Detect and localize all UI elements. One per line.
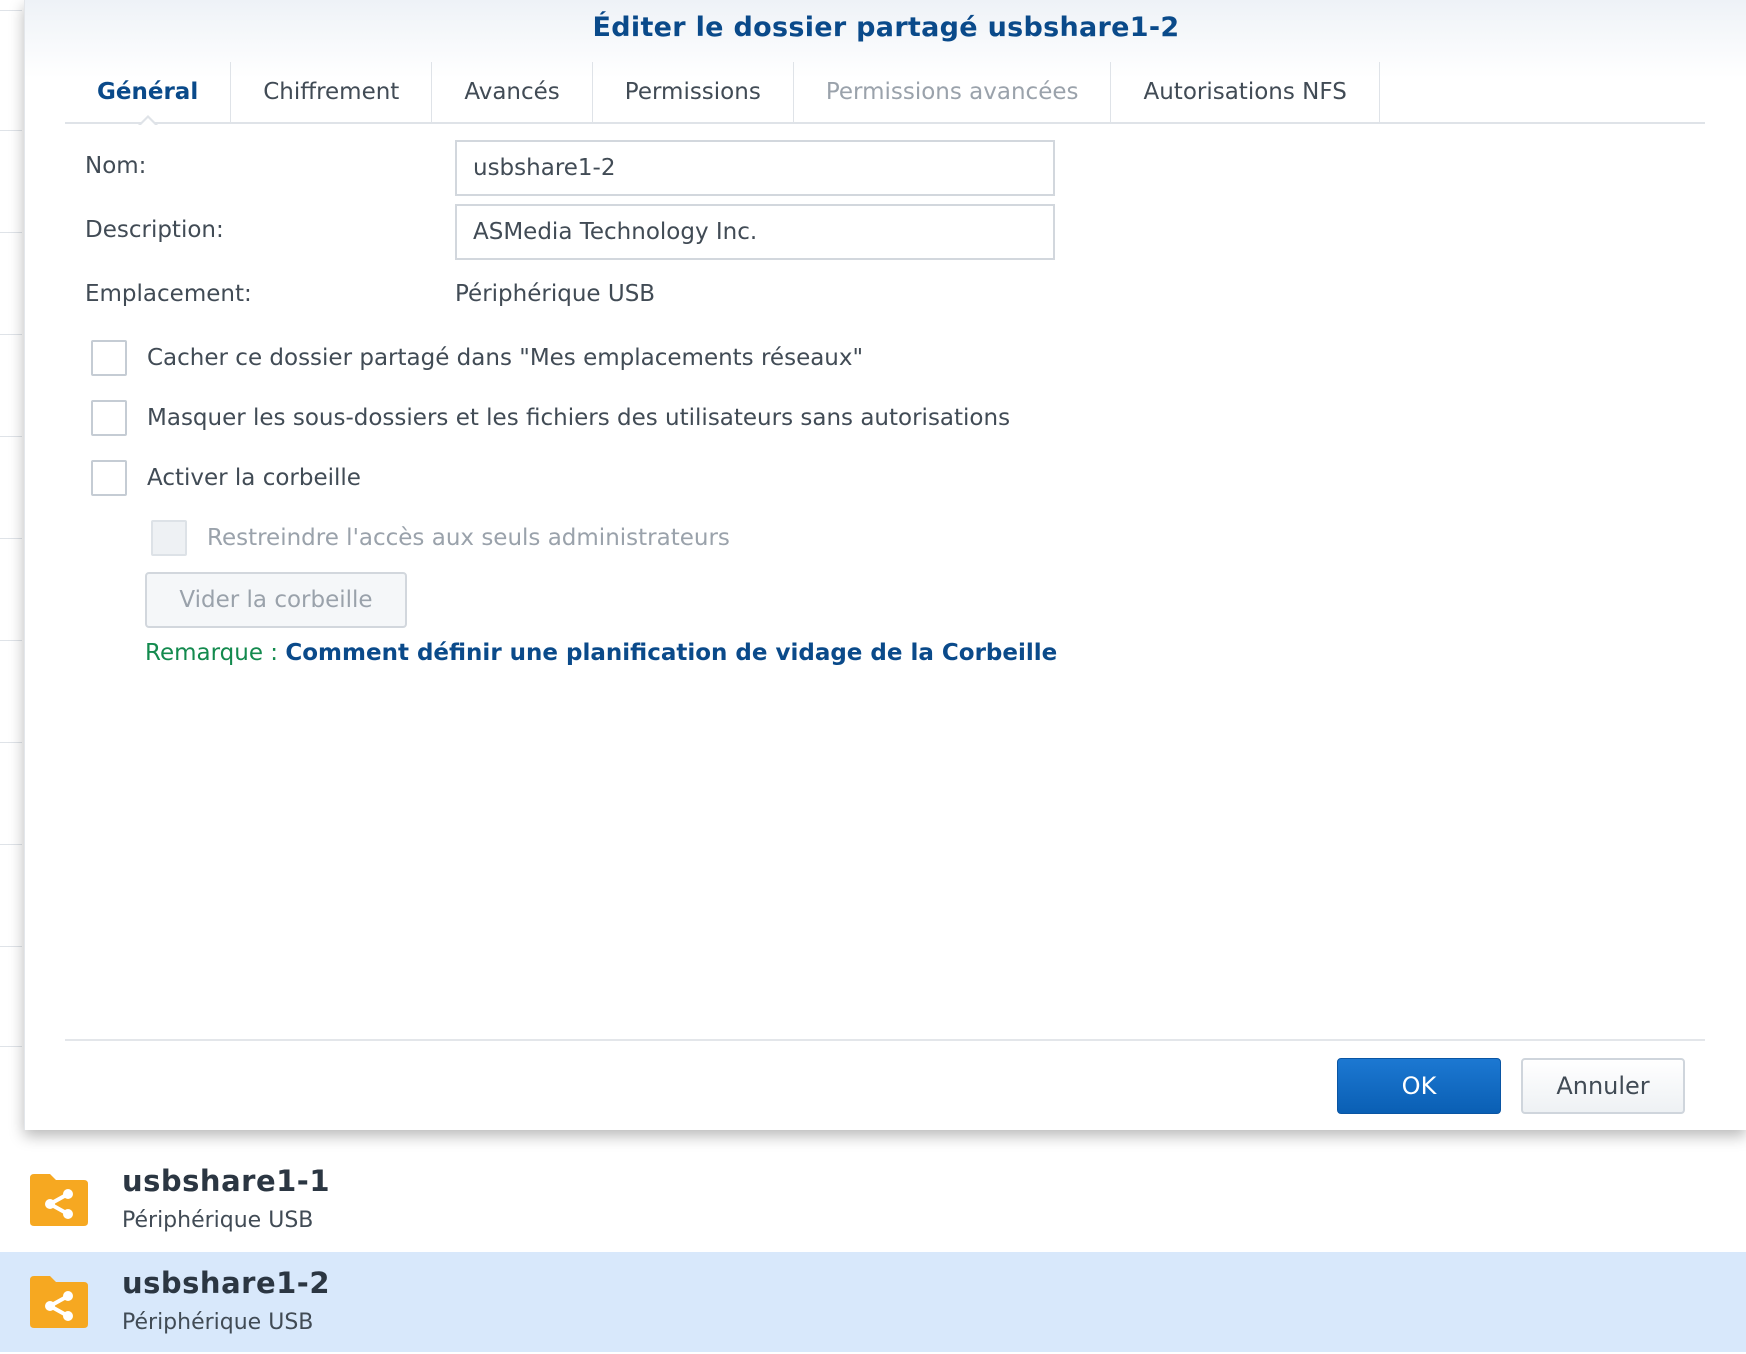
ok-button[interactable]: OK [1337,1058,1501,1114]
tab-nfs-permissions[interactable]: Autorisations NFS [1111,62,1380,122]
list-divider [0,742,22,743]
tab-label: Permissions avancées [825,79,1079,105]
enable-recycle-label: Activer la corbeille [147,465,361,491]
list-divider [0,130,22,131]
name-label: Nom: [85,153,147,179]
list-divider [0,640,22,641]
list-divider [0,436,22,437]
folder-location: Périphérique USB [122,1208,314,1233]
list-divider [0,946,22,947]
tab-permissions[interactable]: Permissions [593,62,794,122]
hide-network-option[interactable]: Cacher ce dossier partagé dans "Mes empl… [91,340,863,376]
folder-name: usbshare1-2 [122,1266,331,1300]
folder-location: Périphérique USB [122,1310,314,1335]
tab-label: Autorisations NFS [1143,79,1347,105]
list-item-usbshare1-2[interactable]: usbshare1-2 Périphérique USB [0,1252,1746,1352]
list-divider [0,538,22,539]
restrict-admin-option: Restreindre l'accès aux seuls administra… [151,520,730,556]
list-item-usbshare1-1[interactable]: usbshare1-1 Périphérique USB [0,1150,1746,1250]
list-divider [0,232,22,233]
dialog-title: Éditer le dossier partagé usbshare1-2 [592,12,1180,43]
tab-encryption[interactable]: Chiffrement [231,62,433,122]
footer-divider [65,1039,1705,1041]
recycle-schedule-link[interactable]: Comment définir une planification de vid… [285,640,1057,666]
description-label: Description: [85,217,224,243]
tab-advanced-permissions: Permissions avancées [794,62,1112,122]
location-label: Emplacement: [85,281,252,307]
name-input[interactable] [455,140,1055,196]
note: Remarque : Comment définir une planifica… [145,640,1057,666]
tab-label: Avancés [464,79,560,105]
cancel-button[interactable]: Annuler [1521,1058,1685,1114]
tab-label: Permissions [624,79,761,105]
list-divider [0,10,22,11]
description-input[interactable] [455,204,1055,260]
empty-recycle-button: Vider la corbeille [145,572,407,628]
folder-name: usbshare1-1 [122,1164,331,1198]
tab-general[interactable]: Général [65,62,232,127]
enable-recycle-option[interactable]: Activer la corbeille [91,460,361,496]
tab-advanced[interactable]: Avancés [432,62,593,122]
hide-network-label: Cacher ce dossier partagé dans "Mes empl… [147,345,864,371]
list-divider [0,334,22,335]
tab-label: Chiffrement [263,79,400,105]
shared-folder-icon [30,1174,88,1226]
hide-subfolders-option[interactable]: Masquer les sous-dossiers et les fichier… [91,400,1010,436]
tab-label: Général [97,79,199,105]
list-divider [0,1046,22,1047]
restrict-admin-label: Restreindre l'accès aux seuls administra… [207,525,730,551]
note-label: Remarque : [145,640,286,666]
edit-shared-folder-dialog: Éditer le dossier partagé usbshare1-2 Gé… [24,0,1746,1130]
hide-subfolders-checkbox[interactable] [91,400,127,436]
restrict-admin-checkbox [151,520,187,556]
enable-recycle-checkbox[interactable] [91,460,127,496]
hide-network-checkbox[interactable] [91,340,127,376]
tab-bar: Général Chiffrement Avancés Permissions … [65,62,1705,127]
list-divider [0,844,22,845]
hide-subfolders-label: Masquer les sous-dossiers et les fichier… [147,405,1011,431]
shared-folder-icon [30,1276,88,1328]
location-value: Périphérique USB [455,281,656,307]
